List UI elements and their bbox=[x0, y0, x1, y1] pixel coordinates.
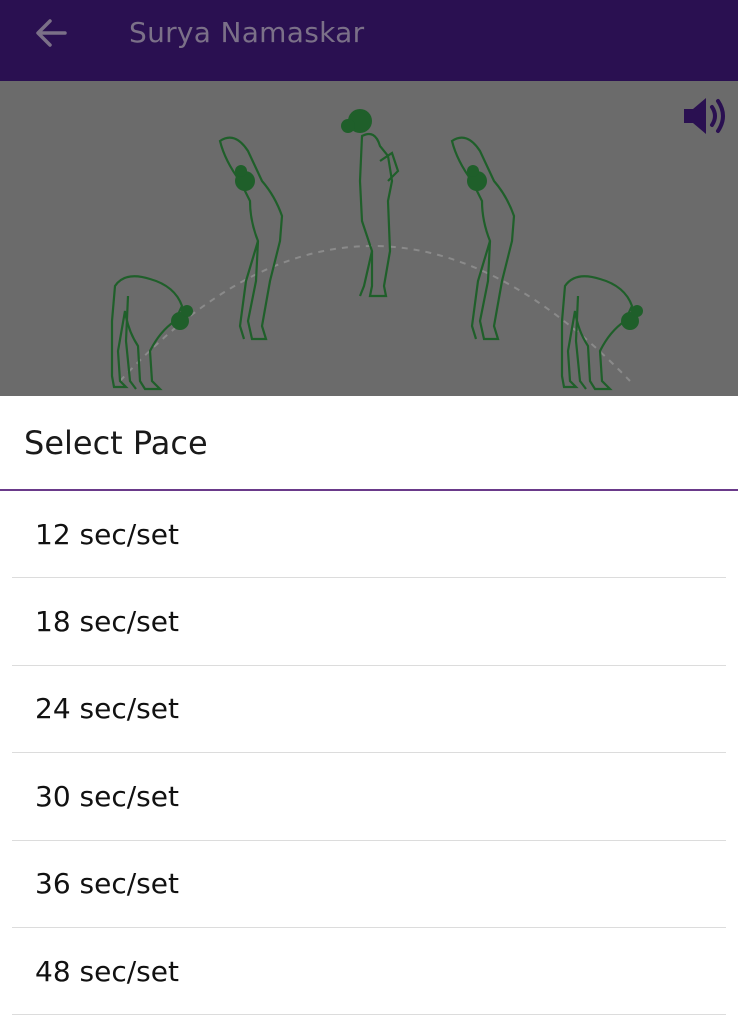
sun-salutation-poses bbox=[110, 109, 643, 391]
pose-raised-arms-left bbox=[218, 136, 284, 341]
pose-prayer-center bbox=[358, 132, 400, 298]
page-title: Surya Namaskar bbox=[129, 16, 365, 49]
speaker-icon bbox=[680, 98, 730, 143]
pace-option-12[interactable]: 12 sec/set bbox=[12, 491, 726, 579]
pace-option-48[interactable]: 48 sec/set bbox=[12, 928, 726, 1016]
pace-option-18[interactable]: 18 sec/set bbox=[12, 578, 726, 666]
pace-selector-sheet: Select Pace 12 sec/set 18 sec/set 24 sec… bbox=[0, 396, 738, 1032]
app-bar: Surya Namaskar bbox=[0, 0, 738, 81]
pose-forward-bend-left bbox=[110, 275, 184, 391]
pace-option-30[interactable]: 30 sec/set bbox=[12, 753, 726, 841]
pace-options-list: 12 sec/set 18 sec/set 24 sec/set 30 sec/… bbox=[12, 491, 726, 1016]
back-button[interactable] bbox=[28, 12, 74, 58]
sheet-title: Select Pace bbox=[24, 424, 208, 462]
pace-option-24[interactable]: 24 sec/set bbox=[12, 666, 726, 754]
arrow-left-icon bbox=[34, 18, 68, 53]
pace-option-36[interactable]: 36 sec/set bbox=[12, 841, 726, 928]
pose-illustration bbox=[0, 81, 738, 396]
sound-toggle-button[interactable] bbox=[680, 93, 730, 139]
pose-raised-arms-right bbox=[450, 136, 516, 341]
